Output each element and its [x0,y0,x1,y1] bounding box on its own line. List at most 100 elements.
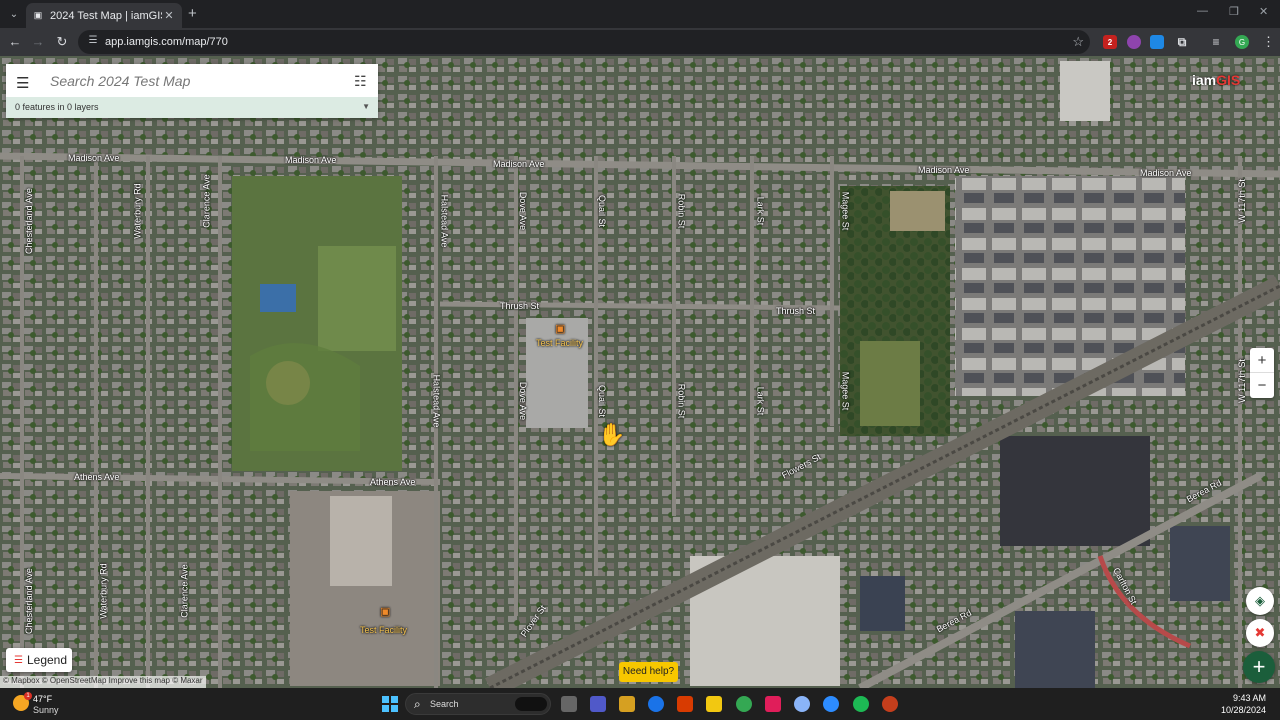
site-info-icon[interactable]: ☰ [86,35,100,49]
map-attribution[interactable]: © Mapbox © OpenStreetMap Improve this ma… [0,676,206,688]
extension-new-icon[interactable] [1150,35,1164,49]
facility-pin-icon[interactable]: ▣ [555,322,565,335]
weather-badge: 1 [24,692,32,700]
layer-list-icon[interactable]: ☷ [354,73,367,90]
add-feature-button[interactable]: + [1243,651,1275,683]
map-imagery [0,56,1280,688]
menu-hamburger-icon[interactable]: ☰ [16,74,30,92]
office-icon[interactable] [677,696,693,712]
address-bar[interactable]: ☰ app.iamgis.com/map/770 ☆ [78,30,1090,54]
ext-badge: 2 [1107,37,1113,47]
tab-close-icon[interactable]: ✕ [162,9,176,22]
search-icon: ⌕ [414,697,421,711]
iamgis-favicon-icon: ▣ [33,10,43,20]
browser-tab-bar: ⌄ ▣ 2024 Test Map | iamGIS ✕ + — ❐ ✕ [0,0,1280,28]
windows-taskbar: 1 47°F Sunny ⌕ Search 9:43 AM 10/28/2024 [0,688,1280,720]
browser-tab[interactable]: ▣ 2024 Test Map | iamGIS ✕ [26,3,182,28]
zoom-out-button[interactable]: − [1250,373,1274,398]
road-label: Halstead Ave [439,194,450,248]
caret-down-icon[interactable]: ▼ [362,102,370,111]
iamgis-logo: iamGIS [1192,72,1240,88]
zoom-in-button[interactable]: + [1250,348,1274,373]
hand-cursor-icon: ✋ [598,422,626,447]
new-tab-icon[interactable]: + [188,5,202,22]
satellite-map[interactable]: Madison Ave Madison Ave Madison Ave Madi… [0,56,1280,688]
road-label: Quail St [597,384,608,418]
url-text: app.iamgis.com/map/770 [105,36,228,48]
road-label: Quail St [597,194,608,228]
extension-purple-icon[interactable] [1127,35,1141,49]
restore-icon[interactable]: ❐ [1229,5,1239,18]
edge-icon[interactable] [648,696,664,712]
road-label: Magee St [840,191,851,231]
features-summary-text: 0 features in 0 layers [15,102,99,112]
layers-icon[interactable]: ◈ [1246,587,1274,615]
features-summary-bar[interactable]: 0 features in 0 layers ▼ [6,97,378,118]
road-label: Magee St [840,371,851,411]
legend-button[interactable]: ☰ Legend [6,648,72,672]
reading-list-icon[interactable]: ≡ [1209,35,1223,49]
store-icon[interactable] [619,696,635,712]
road-label: Halstead Ave [431,374,442,428]
road-label: Waterbury Rd [132,183,143,239]
road-label: Clarence Ave [179,564,190,618]
poi-label: Test Facility [360,625,408,635]
temperature: 47°F [33,694,53,704]
task-view-icon[interactable] [561,696,577,712]
clock-time[interactable]: 9:43 AM [1222,693,1266,703]
taskbar-search[interactable]: ⌕ Search [405,693,551,715]
road-label: Dove Ave [518,381,529,421]
slack-icon[interactable] [765,696,781,712]
brand-accent: GIS [1216,72,1241,88]
zoom-control: + − [1250,348,1274,398]
file-explorer-icon[interactable] [706,696,722,712]
tab-title: 2024 Test Map | iamGIS [50,9,162,22]
teams-icon[interactable] [590,696,606,712]
profile-avatar[interactable]: G [1235,35,1249,49]
road-label: W 117th St [1236,359,1247,403]
road-label: Madison Ave [68,153,120,163]
road-label: Waterbury Rd [98,563,109,619]
facility-pin-icon[interactable]: ▣ [380,605,390,618]
road-label: Dove Ave [518,191,529,231]
browser-menu-icon[interactable]: ⋮ [1262,34,1275,50]
bookmark-star-icon[interactable]: ☆ [1072,34,1084,50]
road-label: Lark St [755,196,766,226]
extension-red-icon[interactable]: 2 [1103,35,1117,49]
road-label: Robin St [676,193,687,229]
windows-start-icon[interactable] [382,696,398,712]
search-highlight-icon [515,697,547,711]
legend-label: Legend [26,653,68,667]
road-label: Athens Ave [74,472,120,482]
back-icon[interactable]: ← [7,34,23,49]
map-search-panel: ☰ ☷ 0 features in 0 layers ▼ [6,64,378,118]
road-label: Lark St [755,386,766,416]
window-close-icon[interactable]: ✕ [1259,5,1268,18]
legend-icon: ☰ [14,654,23,666]
chrome-icon[interactable] [736,696,752,712]
road-label: Chesterland Ave [23,188,34,254]
reload-icon[interactable]: ↻ [54,34,70,50]
zoom-app-icon[interactable] [823,696,839,712]
powerpoint-icon[interactable] [882,696,898,712]
forward-icon[interactable]: → [30,34,46,49]
road-label: Clarence Ave [201,174,212,228]
minimize-icon[interactable]: — [1197,5,1208,17]
need-help-button[interactable]: Need help? [619,662,678,682]
road-label: Athens Ave [370,477,416,487]
taskbar-search-label: Search [430,699,459,709]
map-search-input[interactable] [50,70,340,92]
tools-icon[interactable]: ✖ [1246,619,1274,647]
brand-main: iam [1192,72,1217,88]
road-label: Madison Ave [493,159,545,169]
poi-label: Test Facility [536,338,584,348]
spotify-icon[interactable] [853,696,869,712]
road-label: Madison Ave [1140,168,1192,178]
road-label: Chesterland Ave [23,568,34,634]
extensions-puzzle-icon[interactable]: ⧉ [1175,35,1189,49]
settings-icon[interactable] [794,696,810,712]
clock-date[interactable]: 10/28/2024 [1208,705,1266,715]
road-label: Thrush St [500,301,540,311]
tab-search-icon[interactable]: ⌄ [0,0,28,28]
weather-condition: Sunny [33,705,59,715]
